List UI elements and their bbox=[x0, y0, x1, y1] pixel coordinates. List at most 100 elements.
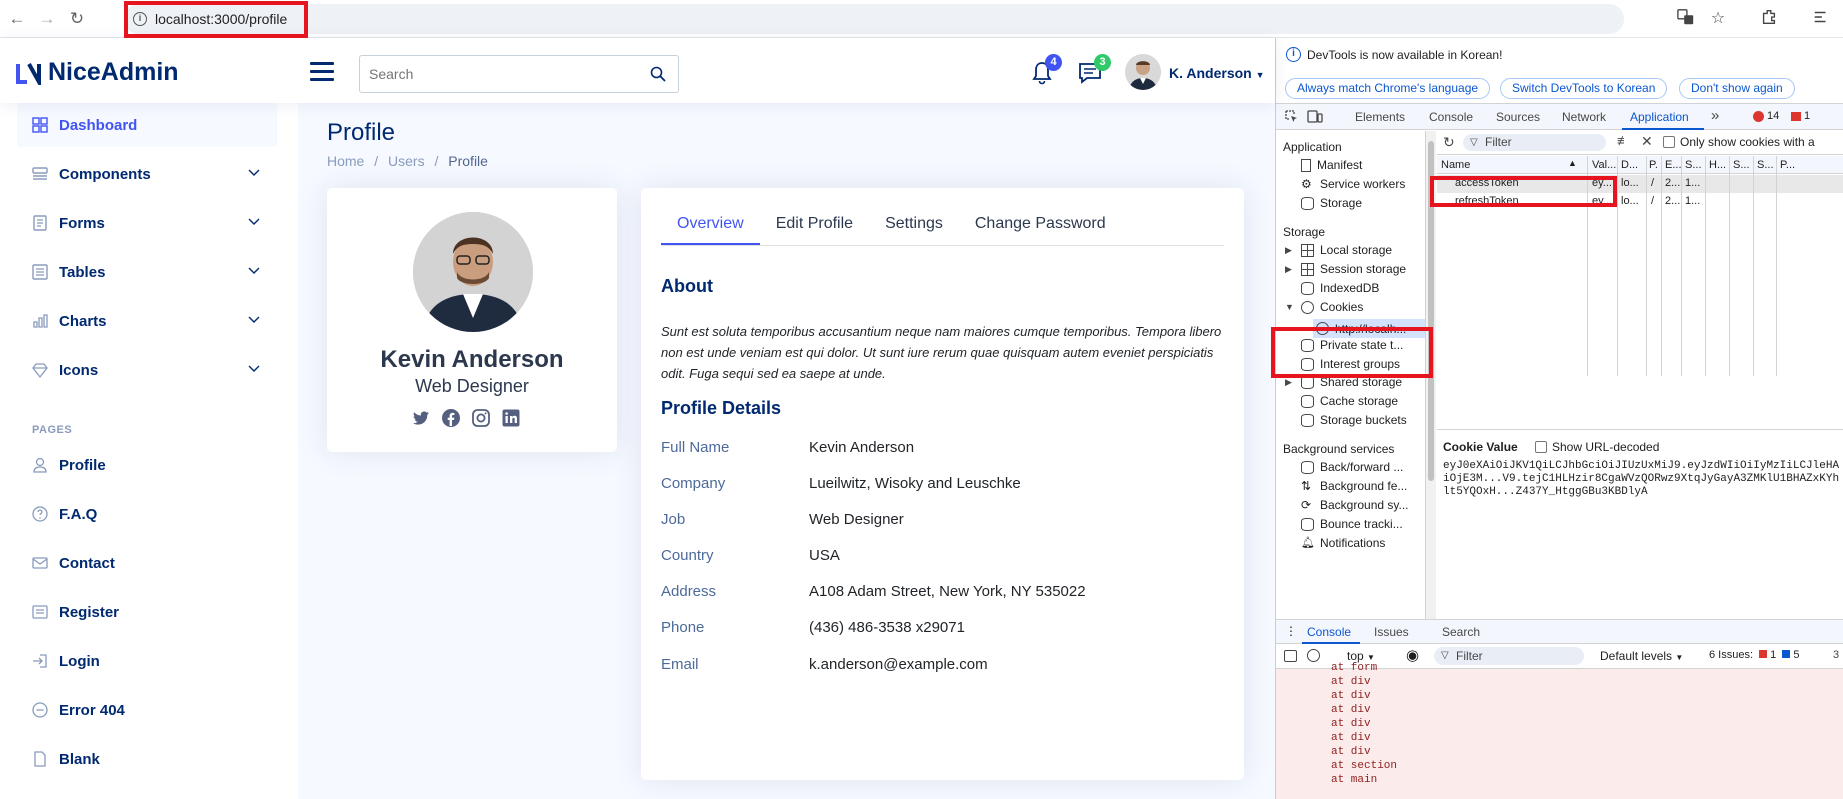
tree-item-background-sync[interactable]: ⟳ Background sy... bbox=[1301, 498, 1409, 512]
sidebar-toggle-icon[interactable] bbox=[1284, 650, 1297, 662]
sidebar-item-login[interactable]: Login bbox=[17, 639, 277, 683]
tree-item-manifest[interactable]: Manifest bbox=[1301, 158, 1362, 172]
log-levels-dropdown[interactable]: Default levels ▼ bbox=[1600, 649, 1683, 663]
search-input[interactable] bbox=[360, 56, 630, 92]
column-header-domain[interactable]: D... bbox=[1621, 159, 1638, 171]
extensions-icon[interactable] bbox=[1758, 8, 1780, 30]
sidebar-item-tables[interactable]: Tables bbox=[17, 250, 277, 294]
delete-selected-icon[interactable]: ✕ bbox=[1641, 133, 1653, 150]
sidebar-item-profile[interactable]: Profile bbox=[17, 443, 277, 487]
notifications-button[interactable]: 4 bbox=[1030, 54, 1062, 86]
tree-item-cache-storage[interactable]: Cache storage bbox=[1301, 394, 1398, 408]
sidebar-item-components[interactable]: Components bbox=[17, 152, 277, 196]
tree-item-local-storage[interactable]: Local storage bbox=[1301, 243, 1392, 257]
user-menu-toggle[interactable]: K. Anderson ▼ bbox=[1169, 65, 1265, 81]
drawer-tab-console[interactable]: Console bbox=[1307, 625, 1351, 639]
column-header-secure[interactable]: S... bbox=[1733, 159, 1750, 171]
column-header-samesite[interactable]: S... bbox=[1757, 159, 1774, 171]
column-header-path[interactable]: P. bbox=[1649, 159, 1658, 171]
sidebar-item-faq[interactable]: F.A.Q bbox=[17, 492, 277, 536]
collapse-arrow-icon[interactable]: ▼ bbox=[1285, 302, 1294, 312]
sidebar-item-label: Icons bbox=[59, 361, 99, 379]
clear-all-icon[interactable]: ≢ bbox=[1617, 133, 1630, 148]
column-header-expires[interactable]: E... bbox=[1665, 159, 1682, 171]
expand-arrow-icon[interactable]: ▶ bbox=[1285, 264, 1292, 275]
dont-show-again-button[interactable]: Don't show again bbox=[1679, 78, 1795, 99]
bookmark-star-icon[interactable]: ☆ bbox=[1707, 8, 1729, 30]
forward-button[interactable]: → bbox=[34, 6, 60, 32]
messages-button[interactable]: 3 bbox=[1077, 54, 1111, 86]
tree-item-bounce-tracking[interactable]: Bounce tracki... bbox=[1301, 517, 1403, 531]
grid-icon bbox=[32, 117, 48, 133]
tree-item-session-storage[interactable]: Session storage bbox=[1301, 262, 1406, 276]
back-button[interactable]: ← bbox=[4, 6, 30, 32]
column-header-name[interactable]: Name bbox=[1441, 159, 1470, 171]
show-url-decoded-checkbox[interactable] bbox=[1535, 441, 1547, 453]
tab-settings[interactable]: Settings bbox=[869, 206, 959, 245]
breadcrumb-users[interactable]: Users bbox=[388, 153, 425, 169]
sidebar-item-icons[interactable]: Icons bbox=[17, 348, 277, 392]
inspect-element-icon[interactable] bbox=[1284, 109, 1299, 124]
tab-elements[interactable]: Elements bbox=[1355, 110, 1405, 124]
match-chrome-language-button[interactable]: Always match Chrome's language bbox=[1285, 78, 1491, 99]
tab-change-password[interactable]: Change Password bbox=[959, 206, 1122, 245]
drawer-tab-issues[interactable]: Issues bbox=[1374, 625, 1409, 639]
instagram-icon[interactable] bbox=[471, 408, 491, 428]
only-issues-checkbox[interactable] bbox=[1663, 136, 1675, 148]
column-header-partition[interactable]: P... bbox=[1780, 159, 1795, 171]
sidebar-item-register[interactable]: Register bbox=[17, 590, 277, 634]
device-toolbar-icon[interactable] bbox=[1307, 109, 1323, 124]
more-tabs-button[interactable]: » bbox=[1711, 107, 1719, 124]
drawer-menu-icon[interactable]: ⋮ bbox=[1285, 624, 1297, 638]
warning-counter[interactable]: 1 bbox=[1791, 110, 1810, 122]
cookie-filter-input[interactable]: ▽ Filter bbox=[1463, 134, 1606, 151]
facebook-icon[interactable] bbox=[441, 408, 461, 428]
tab-application[interactable]: Application bbox=[1630, 110, 1689, 124]
switch-to-korean-button[interactable]: Switch DevTools to Korean bbox=[1500, 78, 1668, 99]
address-bar[interactable]: i localhost:3000/profile bbox=[124, 4, 1624, 34]
eye-icon[interactable]: ◉ bbox=[1406, 646, 1419, 664]
logo[interactable]: NiceAdmin bbox=[16, 58, 179, 90]
tab-overview[interactable]: Overview bbox=[661, 206, 760, 245]
sidebar-item-blank[interactable]: Blank bbox=[17, 737, 277, 781]
column-header-httponly[interactable]: H... bbox=[1709, 159, 1726, 171]
twitter-icon[interactable] bbox=[411, 408, 431, 428]
tree-item-notifications[interactable]: 🔔︎ Notifications bbox=[1301, 536, 1385, 550]
tab-console[interactable]: Console bbox=[1429, 110, 1473, 124]
tree-item-storage-buckets[interactable]: Storage buckets bbox=[1301, 413, 1407, 427]
tree-item-cookies[interactable]: Cookies bbox=[1301, 300, 1363, 314]
tree-item-indexeddb[interactable]: IndexedDB bbox=[1301, 281, 1379, 295]
clear-console-icon[interactable] bbox=[1307, 649, 1320, 662]
console-filter-input[interactable]: ▽ Filter bbox=[1434, 647, 1584, 665]
sidebar-item-contact[interactable]: Contact bbox=[17, 541, 277, 585]
sidebar-item-label: Error 404 bbox=[59, 701, 125, 719]
sidebar-item-dashboard[interactable]: Dashboard bbox=[17, 103, 277, 147]
tab-sources[interactable]: Sources bbox=[1496, 110, 1540, 124]
tree-item-background-fetch[interactable]: ⇅ Background fe... bbox=[1301, 479, 1407, 493]
drawer-tab-search[interactable]: Search bbox=[1442, 625, 1480, 639]
column-header-size[interactable]: S... bbox=[1685, 159, 1702, 171]
tree-item-back-forward-cache[interactable]: Back/forward ... bbox=[1301, 460, 1403, 474]
sidebar-item-error-404[interactable]: Error 404 bbox=[17, 688, 277, 732]
translate-icon[interactable] bbox=[1675, 8, 1697, 30]
breadcrumb-home[interactable]: Home bbox=[327, 153, 364, 169]
column-header-value[interactable]: Val... bbox=[1592, 159, 1616, 171]
tab-edit-profile[interactable]: Edit Profile bbox=[760, 206, 869, 245]
expand-arrow-icon[interactable]: ▶ bbox=[1285, 377, 1292, 388]
issues-counter[interactable]: 6 Issues: 1 5 bbox=[1709, 649, 1800, 661]
reading-list-icon[interactable] bbox=[1810, 8, 1832, 30]
tab-network[interactable]: Network bbox=[1562, 110, 1606, 124]
refresh-icon[interactable]: ↻ bbox=[1443, 134, 1455, 151]
cookie-value-text[interactable]: eyJ0eXAiOiJKV1QiLCJhbGciOiJIUzUxMiJ9.eyJ… bbox=[1443, 460, 1843, 499]
linkedin-icon[interactable] bbox=[501, 408, 521, 428]
user-avatar[interactable] bbox=[1125, 54, 1161, 90]
reload-button[interactable]: ↻ bbox=[64, 6, 90, 32]
tree-item-storage[interactable]: Storage bbox=[1301, 196, 1362, 210]
expand-arrow-icon[interactable]: ▶ bbox=[1285, 245, 1292, 256]
search-icon[interactable] bbox=[650, 66, 666, 82]
toggle-sidebar-button[interactable] bbox=[310, 62, 334, 82]
sidebar-item-forms[interactable]: Forms bbox=[17, 201, 277, 245]
error-counter[interactable]: 14 bbox=[1753, 110, 1779, 122]
tree-item-service-workers[interactable]: ⚙ Service workers bbox=[1301, 177, 1405, 191]
sidebar-item-charts[interactable]: Charts bbox=[17, 299, 277, 343]
